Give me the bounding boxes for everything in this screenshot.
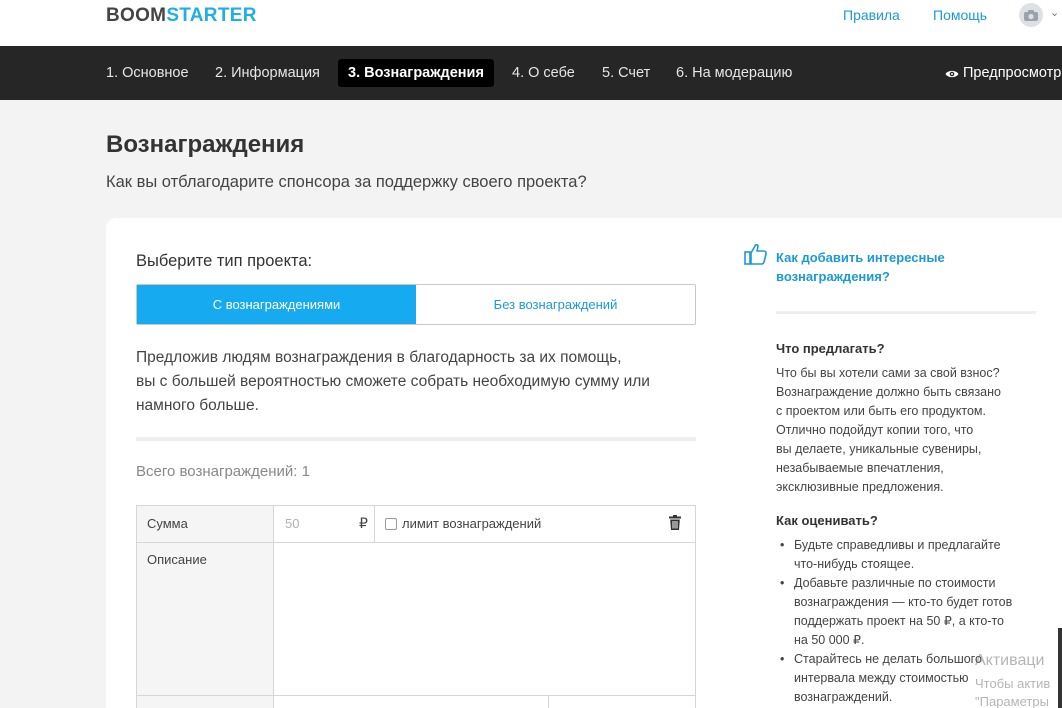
reward-label-column — [137, 506, 274, 708]
top-bar: BOOMSTARTER Правила Помощь ⌄ — [0, 0, 1062, 46]
camera-icon — [1024, 9, 1038, 21]
boomstarter-logo[interactable]: BOOMSTARTER — [106, 5, 257, 27]
with-rewards-option[interactable]: С вознаграждениями — [137, 285, 416, 324]
page-title: Вознаграждения — [106, 131, 305, 158]
what-to-offer-heading: Что предлагать? — [776, 341, 885, 356]
list-item: Будьте справедливы и предлагайте что-ниб… — [776, 536, 1036, 574]
logo-part-1: BOOM — [106, 5, 167, 26]
thumbs-up-icon — [744, 242, 768, 271]
description-line: намного больше. — [136, 397, 259, 414]
description-line: Предложив людям вознаграждения в благода… — [136, 349, 622, 366]
page-subtitle: Как вы отблагодарите спонсора за поддерж… — [106, 173, 587, 191]
activation-watermark: Активаци — [975, 652, 1045, 669]
step-tab-rewards[interactable]: 3. Вознаграждения — [338, 59, 494, 87]
step-tab-about[interactable]: 4. О себе — [502, 59, 585, 87]
step-tab-info[interactable]: 2. Информация — [205, 59, 330, 87]
step-tab-account[interactable]: 5. Счет — [592, 59, 660, 87]
without-rewards-option[interactable]: Без вознаграждений — [416, 285, 695, 324]
eye-icon — [945, 70, 959, 78]
sum-input[interactable]: 50 ₽ — [275, 506, 375, 542]
step-tab-basic[interactable]: 1. Основное — [96, 59, 199, 87]
what-to-offer-text: Что бы вы хотели сами за свой взнос? Воз… — [776, 366, 1001, 494]
project-type-toggle: С вознаграждениями Без вознаграждений — [136, 284, 696, 325]
steps-navbar: 1. Основное 2. Информация 3. Вознагражде… — [0, 46, 1062, 100]
sum-placeholder: 50 — [285, 516, 300, 531]
checkbox-box[interactable] — [385, 517, 397, 530]
window-edge — [1058, 628, 1062, 708]
ruble-icon: ₽ — [359, 515, 368, 531]
total-rewards-count: Всего вознаграждений: 1 — [136, 463, 310, 480]
description-label: Описание — [147, 552, 207, 567]
step-tab-moderation[interactable]: 6. На модерацию — [666, 59, 802, 87]
description-line: вы с большей вероятностью сможете собрат… — [136, 373, 650, 390]
preview-button[interactable]: Предпросмотр — [945, 59, 1061, 87]
limit-checkbox[interactable]: лимит вознаграждений — [385, 516, 541, 531]
logo-part-2: STARTER — [166, 5, 257, 26]
section-divider — [136, 437, 696, 441]
how-to-add-rewards-link[interactable]: Как добавить интересные вознаграждения? — [776, 248, 976, 286]
help-link[interactable]: Помощь — [933, 7, 987, 23]
row-divider — [137, 695, 695, 696]
activation-watermark: "Параметры — [975, 694, 1049, 708]
sum-label: Сумма — [147, 516, 188, 531]
rewards-description: Предложив людям вознаграждения в благода… — [136, 346, 696, 418]
chevron-down-icon[interactable]: ⌄ — [1050, 6, 1059, 19]
description-textarea[interactable] — [275, 543, 695, 695]
list-item: Добавьте различные по стоимости вознагра… — [776, 574, 1036, 650]
activation-watermark: Чтобы актив — [975, 676, 1051, 691]
reward-editor: Сумма Описание 50 ₽ лимит вознаграждений — [136, 505, 696, 708]
cell-divider — [548, 695, 549, 708]
trash-icon[interactable] — [669, 515, 681, 535]
limit-label: лимит вознаграждений — [402, 516, 542, 531]
rules-link[interactable]: Правила — [843, 7, 900, 23]
preview-label: Предпросмотр — [963, 65, 1062, 81]
project-type-label: Выберите тип проекта: — [136, 252, 313, 270]
sidebar-divider — [776, 311, 1036, 314]
avatar[interactable] — [1019, 3, 1043, 27]
how-to-price-heading: Как оценивать? — [776, 513, 878, 528]
